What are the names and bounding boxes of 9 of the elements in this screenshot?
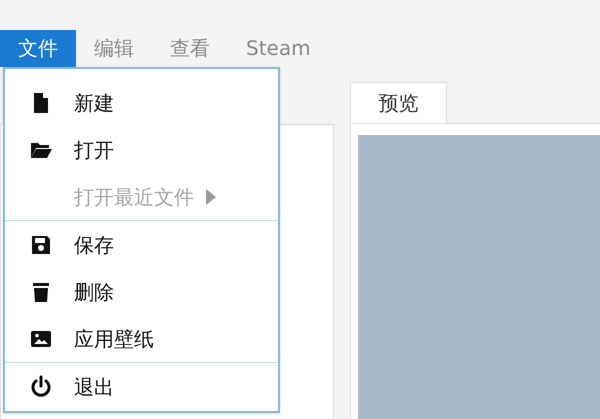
- tab[interactable]: 预览: [350, 82, 447, 123]
- menu-option[interactable]: 删除: [5, 268, 278, 315]
- menu-option[interactable]: 打开: [5, 126, 278, 173]
- menu-option[interactable]: 应用壁纸: [5, 315, 278, 362]
- menu-option[interactable]: 退出: [5, 363, 278, 410]
- menu-option[interactable]: 保存: [5, 221, 278, 268]
- power-icon: [29, 374, 53, 398]
- menu-item[interactable]: 文件: [0, 30, 76, 67]
- menu-option[interactable]: 新建: [5, 79, 278, 126]
